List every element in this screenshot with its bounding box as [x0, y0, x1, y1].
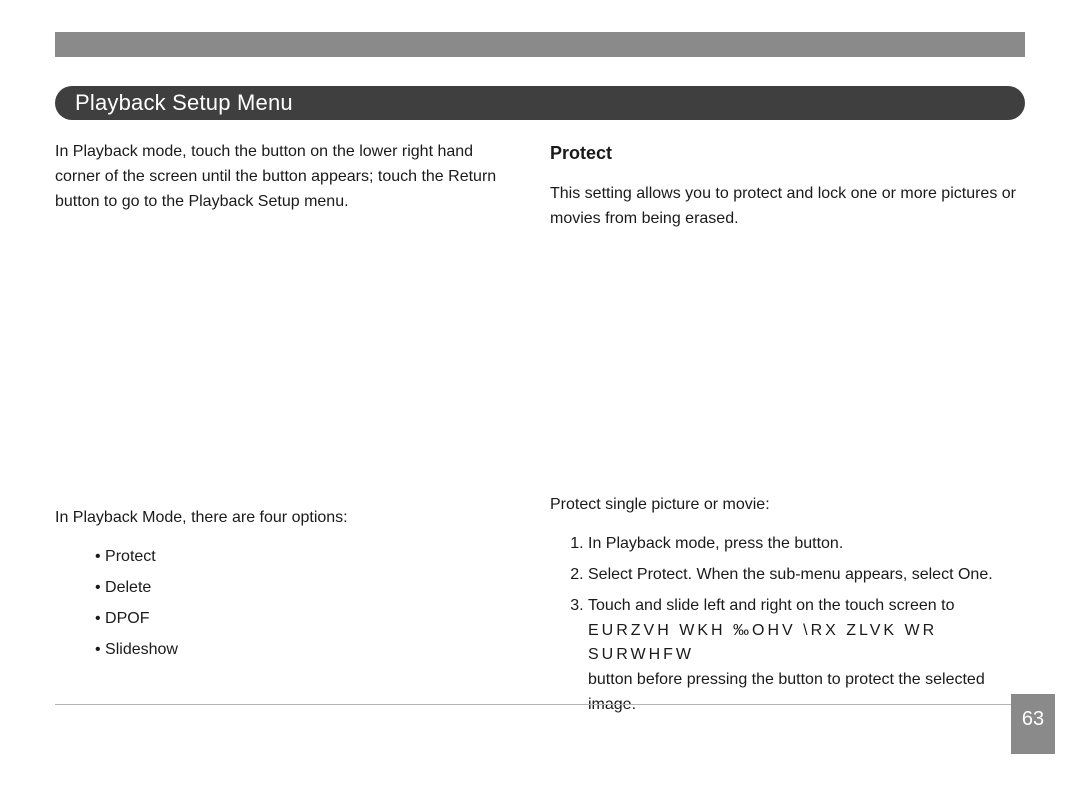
steps-label: Protect single picture or movie:	[550, 493, 1025, 518]
step-text: Touch and slide left and right on the to…	[588, 597, 954, 614]
step-item: Select Protect. When the sub-menu appear…	[588, 563, 1025, 588]
content-area: In Playback mode, touch the button on th…	[55, 140, 1025, 710]
intro-paragraph: In Playback mode, touch the button on th…	[55, 140, 515, 214]
section-title-bar: Playback Setup Menu	[55, 86, 1025, 120]
options-intro: In Playback Mode, there are four options…	[55, 506, 515, 531]
top-gray-band	[55, 32, 1025, 57]
steps-list: In Playback mode, press the button. Sele…	[550, 532, 1025, 718]
step-text: button before pressing the button to pro…	[588, 671, 985, 713]
page-number-tab: 63	[1011, 694, 1055, 754]
manual-page: Playback Setup Menu In Playback mode, to…	[0, 0, 1080, 785]
section-title: Playback Setup Menu	[75, 90, 293, 116]
image-placeholder-right	[550, 245, 1025, 493]
list-item: Protect	[95, 545, 515, 570]
page-number: 63	[1022, 708, 1044, 731]
step-item: Touch and slide left and right on the to…	[588, 594, 1025, 718]
protect-heading: Protect	[550, 140, 1025, 168]
protect-description: This setting allows you to protect and l…	[550, 182, 1025, 232]
right-column: Protect This setting allows you to prote…	[540, 140, 1025, 710]
step-garbled-text: EURZVH WKH ‰OHV \RX ZLVK WR SURWHFW	[588, 622, 937, 664]
footer-rule	[55, 704, 1025, 705]
image-placeholder-left	[55, 228, 515, 506]
list-item: Delete	[95, 576, 515, 601]
list-item: DPOF	[95, 607, 515, 632]
list-item: Slideshow	[95, 638, 515, 663]
step-item: In Playback mode, press the button.	[588, 532, 1025, 557]
left-column: In Playback mode, touch the button on th…	[55, 140, 540, 710]
options-list: Protect Delete DPOF Slideshow	[55, 545, 515, 662]
